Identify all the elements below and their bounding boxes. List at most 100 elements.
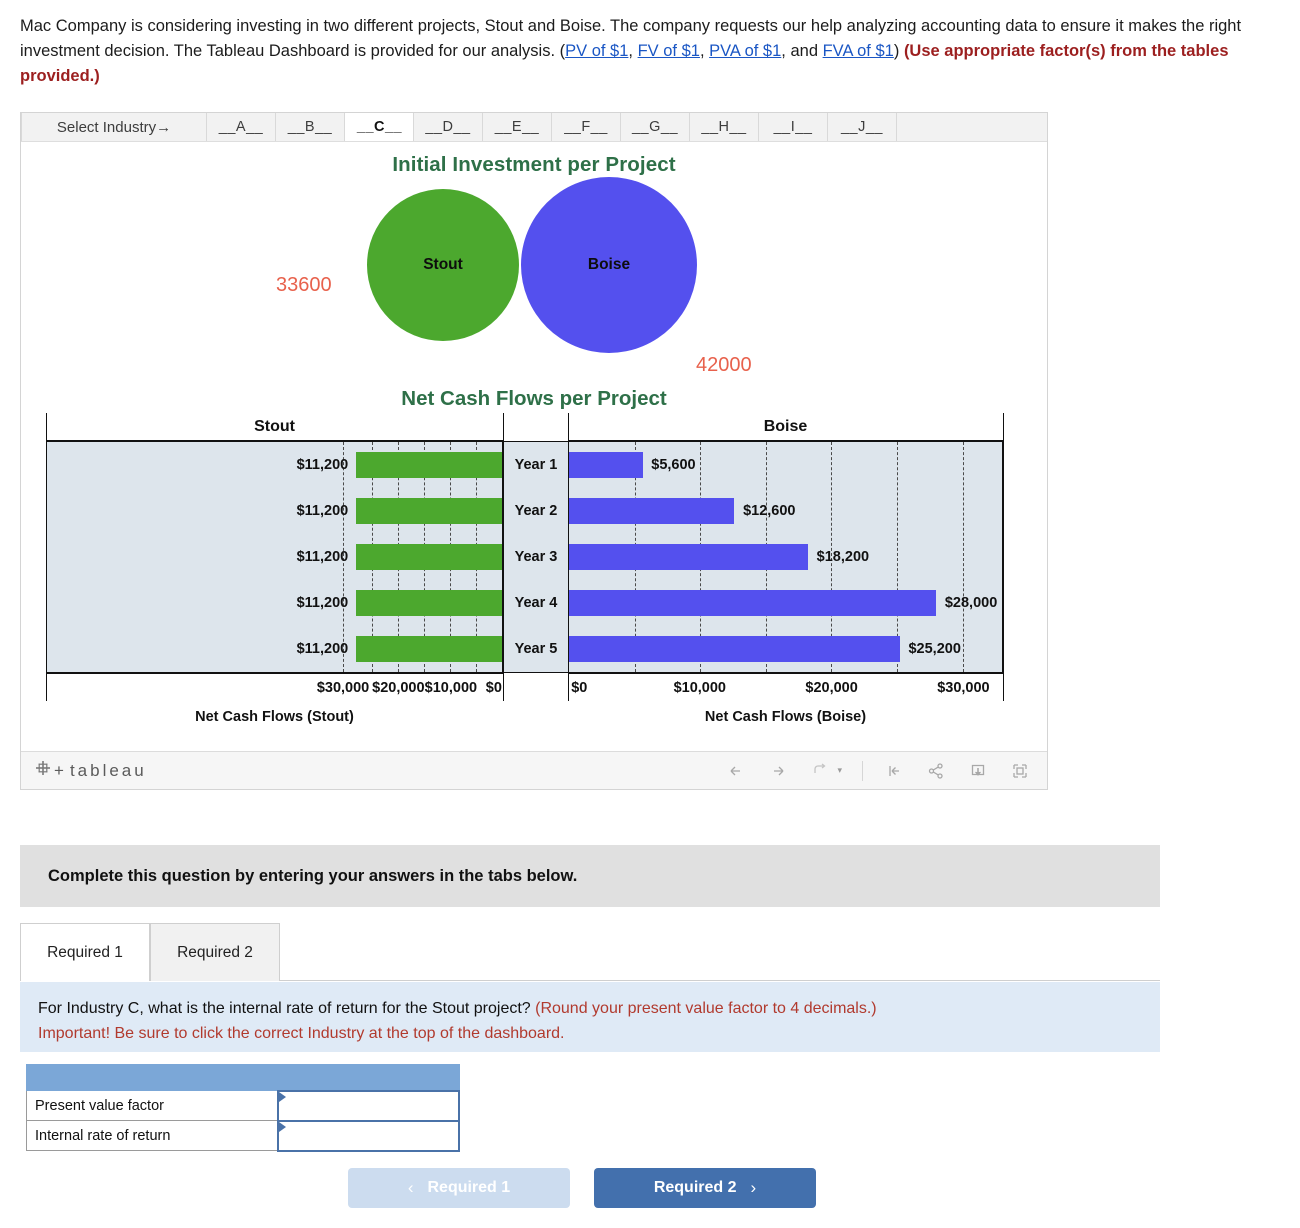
tableau-footer-toolbar: + tableau ▾	[21, 751, 1047, 789]
industry-tab-f[interactable]: __F__	[552, 113, 621, 141]
internal-rate-of-return-input[interactable]	[278, 1122, 458, 1149]
revert-caret-icon[interactable]: ▾	[837, 765, 842, 776]
question-prompt-main: For Industry C, what is the internal rat…	[38, 1000, 536, 1017]
next-button-label: Required 2	[653, 1179, 737, 1196]
fullscreen-icon[interactable]	[1009, 760, 1031, 782]
bar-stout-year1[interactable]	[356, 452, 502, 478]
bar-label-stout-year1: $11,200	[296, 457, 349, 473]
net-cash-flows-chart: Stout Boise $11,200 $11,200 $11,200 $11,…	[21, 413, 1047, 753]
bubble-value-boise: 42000	[696, 354, 752, 376]
link-pv-of-1[interactable]: PV of $1	[565, 42, 628, 60]
bar-boise-year4[interactable]	[569, 590, 937, 616]
intro-sep-3: , and	[781, 42, 823, 60]
bar-row-boise-year3: $18,200	[569, 534, 1002, 580]
tick-boise-20000: $20,000	[805, 680, 858, 696]
bubble-boise[interactable]: Boise	[521, 177, 697, 353]
tableau-logo[interactable]: + tableau	[35, 760, 147, 781]
reset-icon[interactable]	[883, 760, 905, 782]
bubble-stout-label: Stout	[423, 256, 463, 273]
answer-table-header-value	[277, 1064, 460, 1091]
year-label-1: Year 1	[514, 457, 558, 473]
tableau-wordmark: tableau	[69, 760, 147, 780]
plot-area-stout: $11,200 $11,200 $11,200 $11,200 $11,200	[46, 441, 503, 673]
forward-arrow-icon[interactable]	[767, 760, 789, 782]
tick-stout-10000: $10,000	[424, 680, 478, 696]
share-icon[interactable]	[925, 760, 947, 782]
industry-tab-b[interactable]: __B__	[276, 113, 345, 141]
tab-required-2[interactable]: Required 2	[150, 923, 280, 981]
industry-tab-c[interactable]: __C__	[345, 113, 414, 141]
bar-stout-year5[interactable]	[356, 636, 502, 662]
tick-boise-30000: $30,000	[937, 680, 990, 696]
axis-title-boise: Net Cash Flows (Boise)	[704, 709, 867, 725]
back-arrow-icon[interactable]	[725, 760, 747, 782]
bar-label-boise-year3: $18,200	[816, 549, 870, 565]
industry-tab-i[interactable]: __I__	[759, 113, 828, 141]
industry-tab-g[interactable]: __G__	[621, 113, 690, 141]
link-pva-of-1[interactable]: PVA of $1	[709, 42, 781, 60]
year-label-2: Year 2	[514, 503, 558, 519]
chevron-left-icon: ‹	[407, 1178, 414, 1197]
bar-label-stout-year4: $11,200	[296, 595, 349, 611]
answer-table: Present value factor Internal rate of re…	[25, 1064, 461, 1152]
chevron-right-icon: ›	[750, 1178, 757, 1197]
tableau-plus-icon: +	[54, 760, 67, 780]
bar-row-stout-year2: $11,200	[47, 488, 502, 534]
industry-tab-h[interactable]: __H__	[690, 113, 759, 141]
required-tabs: Required 1 Required 2	[20, 923, 1160, 981]
industry-tab-e[interactable]: __E__	[483, 113, 552, 141]
tick-boise-10000: $10,000	[673, 680, 727, 696]
toolbar-divider	[862, 760, 863, 781]
bar-row-boise-year2: $12,600	[569, 488, 1002, 534]
intro-paragraph: Mac Company is considering investing in …	[20, 14, 1282, 89]
revert-icon[interactable]	[809, 760, 831, 782]
bar-stout-year4[interactable]	[356, 590, 502, 616]
bar-boise-year5[interactable]	[569, 636, 900, 662]
industry-filter-strip: Select Industry→ __A__ __B__ __C__ __D__…	[21, 113, 1047, 142]
intro-sep-4: )	[893, 42, 904, 60]
question-prompt-important: Important! Be sure to click the correct …	[38, 1025, 565, 1042]
link-fva-of-1[interactable]: FVA of $1	[823, 42, 894, 60]
row-label-present-value-factor: Present value factor	[25, 1090, 279, 1121]
bar-stout-year3[interactable]	[356, 544, 502, 570]
download-icon[interactable]	[967, 760, 989, 782]
industry-tab-d[interactable]: __D__	[414, 113, 483, 141]
bar-boise-year3[interactable]	[569, 544, 809, 570]
link-fv-of-1[interactable]: FV of $1	[638, 42, 700, 60]
table-row: Present value factor	[25, 1089, 461, 1122]
axis-title-stout: Net Cash Flows (Stout)	[195, 709, 354, 725]
tableau-toolbar-actions: ▾	[725, 760, 1031, 782]
bar-boise-year2[interactable]	[569, 498, 735, 524]
question-banner-text: Complete this question by entering your …	[48, 866, 578, 885]
frame-rule-right	[1003, 413, 1004, 701]
input-cell-internal-rate-of-return[interactable]	[276, 1119, 461, 1152]
bar-label-stout-year5: $11,200	[296, 641, 349, 657]
bar-row-stout-year4: $11,200	[47, 580, 502, 626]
tableau-mark-icon	[35, 760, 51, 781]
bar-stout-year2[interactable]	[356, 498, 502, 524]
year-label-3: Year 3	[514, 549, 558, 565]
industry-tab-a[interactable]: __A__	[207, 113, 276, 141]
bar-row-boise-year1: $5,600	[569, 442, 1002, 488]
tab-required-1[interactable]: Required 1	[20, 923, 150, 981]
year-label-column: Year 1 Year 2 Year 3 Year 4 Year 5	[504, 441, 568, 673]
year-label-5: Year 5	[514, 641, 558, 657]
next-required-2-button[interactable]: Required 2 ›	[594, 1168, 816, 1208]
panel-header-boise: Boise	[568, 413, 1003, 441]
page-root: Mac Company is considering investing in …	[0, 0, 1300, 1228]
tableau-dashboard: Select Industry→ __A__ __B__ __C__ __D__…	[20, 112, 1048, 790]
tick-stout-30000: $30,000	[316, 680, 370, 696]
x-axis-stout: $30,000 $20,000 $10,000 $0	[46, 673, 503, 709]
answer-table-header-row	[25, 1064, 460, 1091]
input-cell-present-value-factor[interactable]	[276, 1089, 461, 1122]
bar-row-boise-year4: $28,000	[569, 580, 1002, 626]
plot-area-boise: $5,600 $12,600 $18,200 $28,000 $25,200	[568, 441, 1003, 673]
bar-row-stout-year3: $11,200	[47, 534, 502, 580]
bar-chart-title: Net Cash Flows per Project	[401, 387, 667, 410]
present-value-factor-input[interactable]	[278, 1092, 458, 1119]
prev-required-1-button[interactable]: ‹ Required 1	[348, 1168, 570, 1208]
bar-row-stout-year5: $11,200	[47, 626, 502, 672]
bubble-stout[interactable]: Stout	[367, 189, 519, 341]
industry-tab-j[interactable]: __J__	[828, 113, 897, 141]
bar-boise-year1[interactable]	[569, 452, 643, 478]
